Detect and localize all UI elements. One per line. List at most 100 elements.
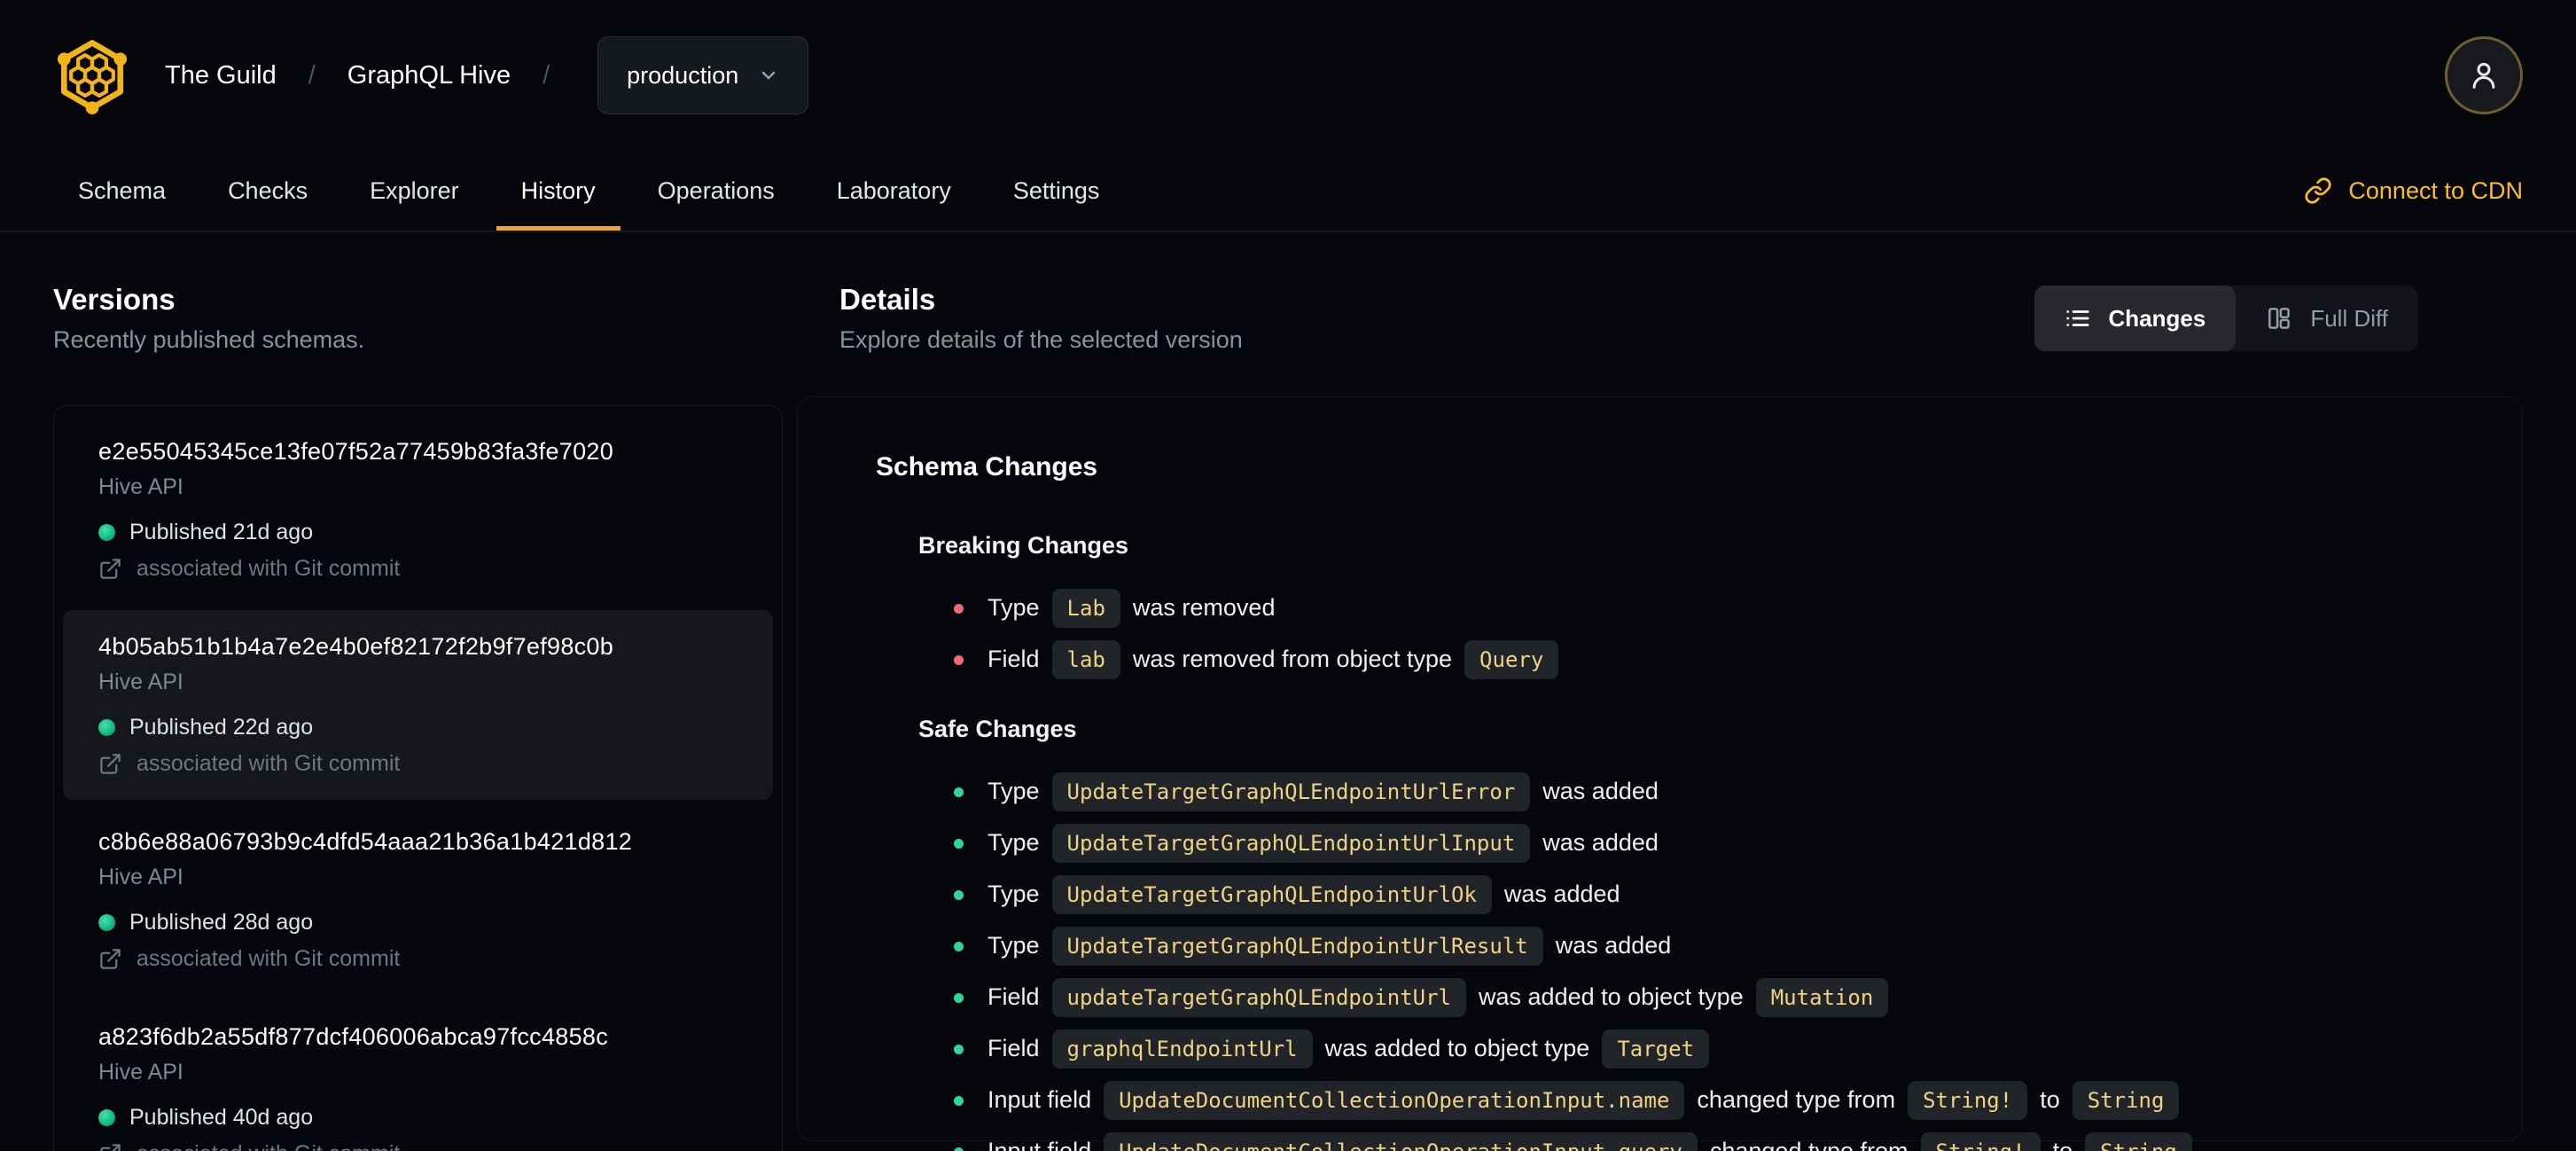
breadcrumb-org[interactable]: The Guild (165, 61, 277, 90)
main-content: Versions Recently published schemas. e2e… (0, 232, 2576, 1151)
code-chip: String (2085, 1131, 2192, 1151)
code-chip: Query (1464, 639, 1559, 679)
change-section-title: Breaking Changes (918, 531, 1129, 559)
version-hash: e2e55045345ce13fe07f52a77459b83fa3fe7020 (98, 437, 614, 465)
versions-subtitle: Recently published schemas. (53, 325, 365, 353)
connect-to-cdn-link[interactable]: Connect to CDN (2304, 151, 2523, 231)
version-card[interactable]: e2e55045345ce13fe07f52a77459b83fa3fe7020… (63, 415, 773, 605)
version-service: Hive API (98, 474, 183, 499)
changes-view-label: Changes (2108, 304, 2206, 332)
version-git-link[interactable]: associated with Git commit (98, 946, 738, 972)
list-icon (2065, 310, 2089, 326)
published-dot-icon (98, 913, 115, 931)
details-header: Details Explore details of the selected … (797, 282, 2523, 354)
version-hash: a823f6db2a55df877dcf406006abca97fcc4858c (98, 1022, 609, 1050)
change-text: was added to object type (1324, 1035, 1590, 1062)
code-chip: UpdateTargetGraphQLEndpointUrlOk (1051, 874, 1492, 914)
tab-laboratory[interactable]: Laboratory (812, 151, 976, 231)
git-commit-label: associated with Git commit (137, 750, 401, 776)
change-list: Type UpdateTargetGraphQLEndpointUrlError w… (918, 770, 2486, 1151)
published-label: Published 21d ago (129, 519, 314, 544)
full-diff-view-button[interactable]: Full Diff (2236, 286, 2418, 351)
user-icon (2472, 62, 2495, 89)
git-commit-label: associated with Git commit (137, 945, 401, 971)
versions-title: Versions (53, 283, 176, 316)
change-text: Type (987, 594, 1040, 622)
code-chip: String (2072, 1080, 2180, 1120)
git-commit-label: associated with Git commit (137, 1141, 400, 1151)
version-git-link[interactable]: associated with Git commit (98, 1141, 738, 1151)
change-item: Field updateTargetGraphQLEndpointUrl was a… (954, 975, 2486, 1020)
change-item: Type UpdateTargetGraphQLEndpointUrlResult… (954, 924, 2486, 968)
change-item: Type Lab was removed (954, 586, 2486, 630)
change-text: changed type from (1697, 1086, 1896, 1114)
code-chip: String! (1920, 1131, 2041, 1151)
version-git-link[interactable]: associated with Git commit (98, 751, 738, 777)
change-text: was added (1555, 932, 1672, 959)
external-link-icon (100, 558, 121, 579)
change-section-safe: Safe Changes Type UpdateTargetGraphQLEndpo… (876, 716, 2486, 1151)
version-service: Hive API (98, 1059, 183, 1084)
change-text: Type (987, 778, 1040, 805)
change-list: Type Lab was removed Field lab was removed fr… (918, 586, 2486, 682)
published-label: Published 28d ago (129, 909, 314, 935)
details-panel: Details Explore details of the selected … (797, 282, 2523, 1151)
version-status: Published 22d ago (98, 715, 738, 740)
target-selector-button[interactable]: production (597, 36, 809, 114)
changes-view-button[interactable]: Changes (2033, 286, 2236, 351)
published-label: Published 22d ago (129, 714, 314, 740)
external-link-icon (100, 1143, 121, 1151)
version-status: Published 28d ago (98, 910, 738, 936)
full-diff-view-label: Full Diff (2310, 304, 2388, 332)
tab-bar: Schema Checks Explorer History Operations Lab… (0, 151, 2576, 232)
change-text: Field (987, 1035, 1040, 1062)
tab-checks[interactable]: Checks (203, 151, 332, 231)
change-text: Input field (987, 1138, 1091, 1151)
change-text: was added (1503, 881, 1620, 908)
app-window: The Guild / GraphQL Hive / production Sc… (0, 0, 2576, 1151)
view-toggle: Changes Full Diff (2033, 286, 2418, 351)
change-text: Type (987, 829, 1040, 857)
version-card[interactable]: c8b6e88a06793b9c4dfd54aaa21b36a1b421d812… (63, 805, 773, 995)
breadcrumb: The Guild / GraphQL Hive / production (165, 36, 809, 114)
external-link-icon (100, 753, 121, 774)
version-card[interactable]: a823f6db2a55df877dcf406006abca97fcc4858c… (63, 1000, 773, 1151)
version-status: Published 40d ago (98, 1105, 738, 1131)
breadcrumb-separator: / (308, 60, 316, 90)
change-text: was added (1542, 778, 1659, 805)
version-status: Published 21d ago (98, 520, 738, 545)
code-chip: UpdateTargetGraphQLEndpointUrlError (1051, 771, 1531, 811)
connect-to-cdn-label: Connect to CDN (2348, 176, 2523, 204)
top-header: The Guild / GraphQL Hive / production (0, 0, 2576, 151)
change-text: was added (1542, 829, 1659, 857)
change-text: changed type from (1710, 1138, 1909, 1151)
code-chip: UpdateTargetGraphQLEndpointUrlInput (1051, 823, 1531, 863)
breadcrumb-project[interactable]: GraphQL Hive (347, 61, 511, 90)
change-item: Field graphqlEndpointUrl was added to obje… (954, 1027, 2486, 1071)
split-panels-icon (2268, 308, 2291, 329)
user-avatar-button[interactable] (2445, 36, 2523, 114)
published-dot-icon (98, 523, 115, 541)
external-link-icon (100, 948, 121, 969)
details-title: Details (839, 283, 936, 316)
target-selector-label: production (627, 61, 739, 89)
change-section-title: Safe Changes (918, 715, 1077, 742)
tab-settings[interactable]: Settings (988, 151, 1125, 231)
version-git-link[interactable]: associated with Git commit (98, 556, 738, 582)
change-item: Type UpdateTargetGraphQLEndpointUrlInput w… (954, 821, 2486, 865)
tab-schema[interactable]: Schema (53, 151, 191, 231)
versions-panel: Versions Recently published schemas. e2e… (53, 282, 783, 1151)
version-hash: c8b6e88a06793b9c4dfd54aaa21b36a1b421d812 (98, 827, 633, 855)
tab-history[interactable]: History (496, 151, 621, 231)
hive-logo-icon[interactable] (53, 36, 131, 114)
version-card[interactable]: 4b05ab51b1b4a7e2e4b0ef82172f2b9f7ef98c0b… (63, 609, 773, 800)
version-hash: 4b05ab51b1b4a7e2e4b0ef82172f2b9f7ef98c0b (98, 632, 614, 660)
tab-operations[interactable]: Operations (633, 151, 800, 231)
code-chip: lab (1051, 639, 1120, 679)
tab-explorer[interactable]: Explorer (345, 151, 484, 231)
tabs: Schema Checks Explorer History Operations Lab… (53, 151, 1124, 231)
schema-changes-title: Schema Changes (876, 451, 1098, 482)
change-text: was added to object type (1479, 983, 1744, 1011)
link-icon (2305, 177, 2331, 204)
code-chip: updateTargetGraphQLEndpointUrl (1051, 977, 1467, 1017)
